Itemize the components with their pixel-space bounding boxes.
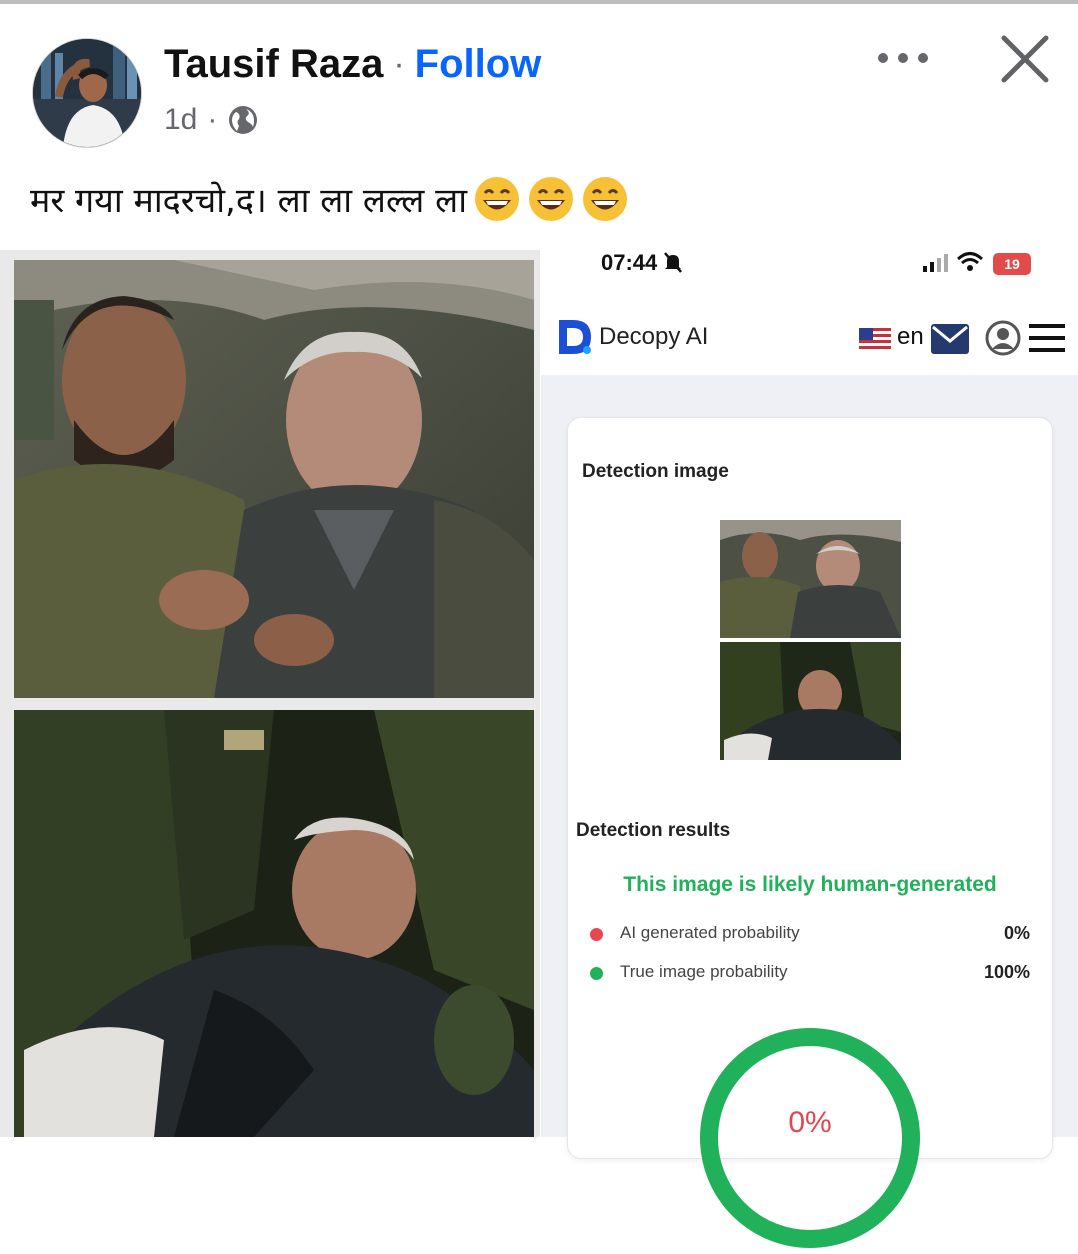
author-name[interactable]: Tausif Raza bbox=[164, 42, 383, 87]
result-card: Detection image Detection results This i… bbox=[567, 417, 1053, 1248]
detection-thumbnail-bottom bbox=[720, 642, 901, 760]
detection-results-title: Detection results bbox=[576, 820, 731, 841]
gauge-value: 0% bbox=[788, 1106, 832, 1139]
app-name[interactable]: Decopy AI bbox=[599, 323, 708, 351]
ai-probability-row: AI generated probability 0% bbox=[590, 921, 1030, 947]
ai-probability-label: AI generated probability bbox=[620, 923, 800, 942]
post-meta: 1d · bbox=[164, 98, 259, 142]
us-flag-icon[interactable] bbox=[859, 328, 891, 350]
caption-text: मर गया मादरचो,द। ला ला लल्ल ला bbox=[30, 181, 468, 221]
battery-indicator: 19 bbox=[993, 253, 1031, 275]
post-time[interactable]: 1d bbox=[164, 103, 197, 137]
app-screenshot[interactable]: 07:44 19 Decopy AI en Detection image De… bbox=[541, 242, 1078, 1248]
grinning-face-icon bbox=[473, 175, 521, 223]
name-separator: · bbox=[393, 44, 405, 83]
green-dot-icon bbox=[590, 967, 603, 980]
photo-night-scene bbox=[14, 710, 534, 1137]
more-options-button[interactable] bbox=[874, 36, 932, 80]
post-image-collage[interactable] bbox=[0, 250, 540, 1137]
detection-thumbnail-top bbox=[720, 520, 901, 638]
detection-image-title: Detection image bbox=[582, 461, 729, 482]
ai-probability-value: 0% bbox=[1003, 923, 1030, 943]
follow-button[interactable]: Follow bbox=[415, 42, 542, 87]
status-bar: 07:44 19 bbox=[541, 242, 1078, 286]
signal-icon bbox=[923, 254, 948, 272]
red-dot-icon bbox=[590, 928, 603, 941]
photo-rubble-scene bbox=[14, 260, 534, 698]
globe-icon bbox=[227, 104, 259, 136]
true-probability-value: 100% bbox=[983, 962, 1030, 982]
language-selector[interactable]: en bbox=[897, 323, 924, 351]
probability-gauge: 0% bbox=[698, 1026, 922, 1250]
mail-icon[interactable] bbox=[931, 324, 969, 354]
more-dots-icon bbox=[878, 53, 928, 63]
app-header: Decopy AI en bbox=[541, 306, 1078, 372]
top-divider bbox=[0, 0, 1078, 4]
true-probability-row: True image probability 100% bbox=[590, 960, 1030, 986]
author-row: Tausif Raza · Follow bbox=[164, 36, 541, 92]
meta-separator: · bbox=[207, 103, 218, 136]
verdict-text: This image is likely human-generated bbox=[623, 873, 997, 896]
user-account-icon[interactable] bbox=[985, 320, 1021, 356]
hamburger-menu-icon[interactable] bbox=[1027, 322, 1067, 354]
true-probability-label: True image probability bbox=[620, 962, 788, 981]
decopy-logo-icon[interactable] bbox=[557, 318, 595, 356]
close-button[interactable] bbox=[994, 28, 1056, 90]
status-time: 07:44 bbox=[601, 250, 658, 275]
close-icon bbox=[1001, 35, 1049, 83]
battery-level: 19 bbox=[1004, 256, 1020, 272]
wifi-icon bbox=[957, 252, 983, 271]
grinning-face-icon bbox=[581, 175, 629, 223]
muted-bell-icon bbox=[664, 252, 682, 273]
grinning-face-icon bbox=[527, 175, 575, 223]
post-caption: मर गया मादरचो,द। ला ला लल्ल ला bbox=[30, 170, 629, 228]
author-avatar[interactable] bbox=[32, 38, 142, 148]
